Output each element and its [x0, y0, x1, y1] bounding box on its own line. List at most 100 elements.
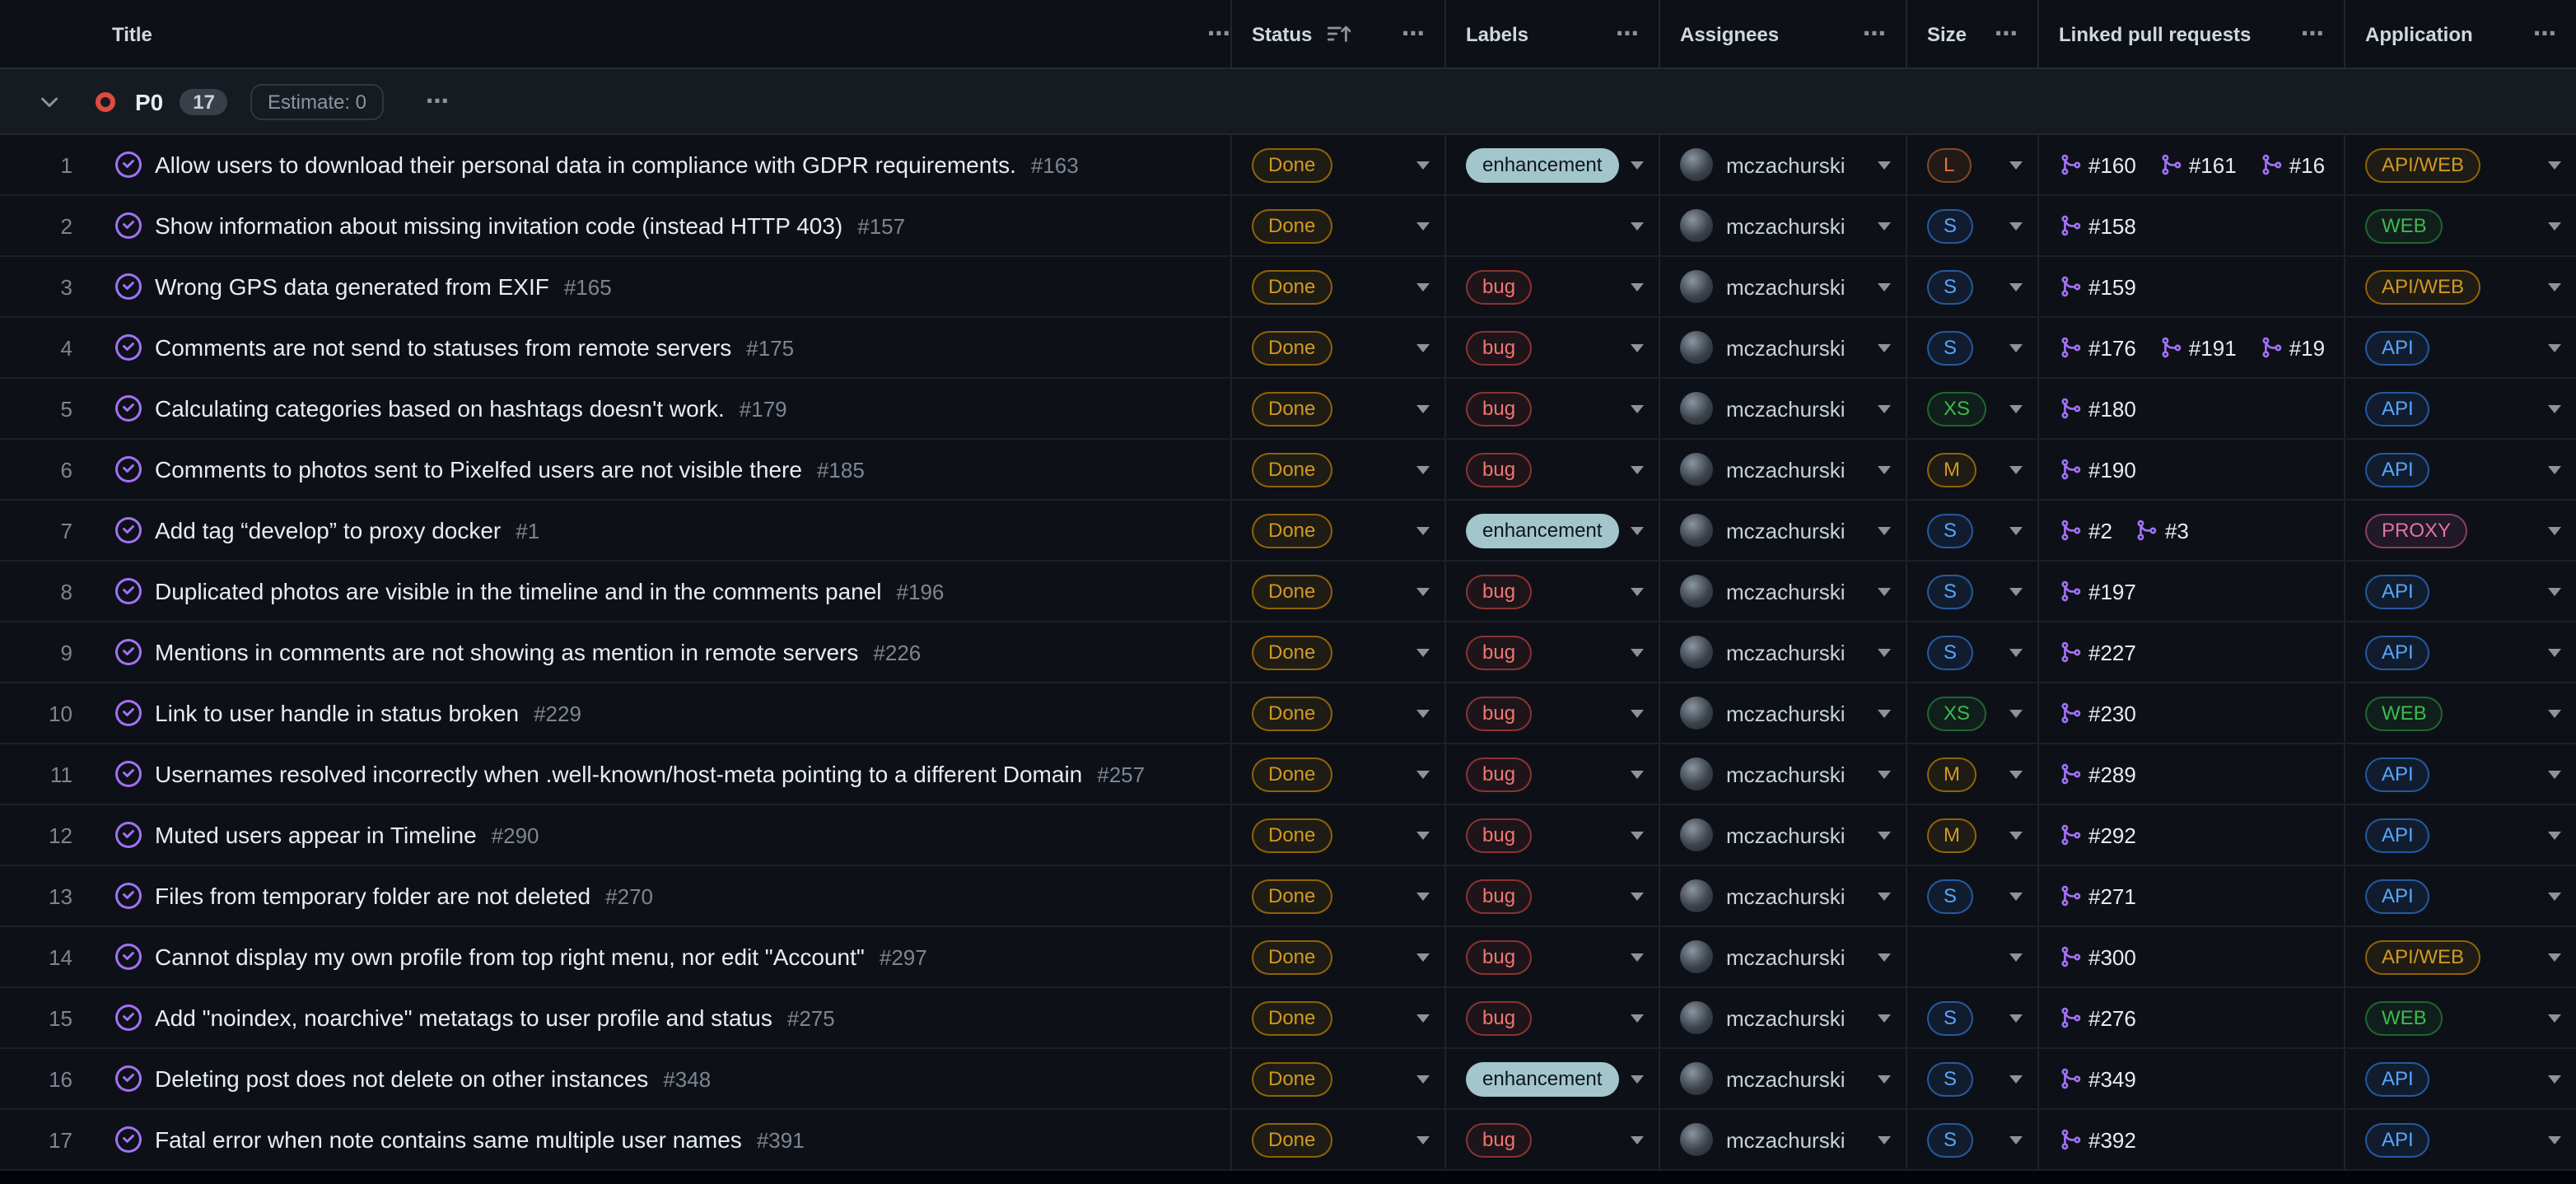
assignees-cell[interactable]: mczachurski	[1660, 1049, 1907, 1108]
application-cell[interactable]: WEB	[2345, 988, 2576, 1047]
issue-title[interactable]: Usernames resolved incorrectly when .wel…	[155, 761, 1082, 787]
title-cell[interactable]: 6 Comments to photos sent to Pixelfed us…	[0, 440, 1232, 499]
caret-down-icon[interactable]	[2548, 222, 2561, 231]
labels-cell[interactable]: bug	[1446, 866, 1660, 925]
issue-title[interactable]: Comments are not send to statuses from r…	[155, 334, 731, 361]
size-cell[interactable]: S	[1907, 866, 2039, 925]
labels-cell[interactable]: enhancement	[1446, 1049, 1660, 1108]
column-header-application[interactable]: Application ⋯	[2345, 0, 2576, 68]
caret-down-icon[interactable]	[1878, 953, 1891, 962]
caret-down-icon[interactable]	[1631, 710, 1644, 718]
size-cell[interactable]: S	[1907, 622, 2039, 682]
pr-link[interactable]: #16	[2260, 152, 2325, 177]
caret-down-icon[interactable]	[2548, 832, 2561, 840]
application-cell[interactable]: WEB	[2345, 683, 2576, 743]
caret-down-icon[interactable]	[2548, 649, 2561, 657]
caret-down-icon[interactable]	[1878, 710, 1891, 718]
size-cell[interactable]: L	[1907, 135, 2039, 194]
caret-down-icon[interactable]	[1631, 527, 1644, 535]
caret-down-icon[interactable]	[2009, 710, 2023, 718]
column-menu-icon[interactable]: ⋯	[1616, 20, 1639, 48]
pr-link[interactable]: #158	[2059, 213, 2136, 238]
status-cell[interactable]: Done	[1232, 440, 1446, 499]
pr-link[interactable]: #197	[2059, 579, 2136, 604]
status-cell[interactable]: Done	[1232, 927, 1446, 986]
title-cell[interactable]: 3 Wrong GPS data generated from EXIF #16…	[0, 257, 1232, 316]
linked-prs-cell[interactable]: #276	[2039, 988, 2345, 1047]
issue-title[interactable]: Allow users to download their personal d…	[155, 151, 1016, 178]
size-cell[interactable]: S	[1907, 501, 2039, 560]
application-cell[interactable]: API/WEB	[2345, 135, 2576, 194]
application-cell[interactable]: API	[2345, 562, 2576, 621]
size-cell[interactable]	[1907, 927, 2039, 986]
assignees-cell[interactable]: mczachurski	[1660, 866, 1907, 925]
caret-down-icon[interactable]	[1631, 222, 1644, 231]
assignees-cell[interactable]: mczachurski	[1660, 988, 1907, 1047]
application-cell[interactable]: API	[2345, 1049, 2576, 1108]
caret-down-icon[interactable]	[2548, 710, 2561, 718]
issue-title[interactable]: Show information about missing invitatio…	[155, 212, 842, 239]
size-cell[interactable]: XS	[1907, 379, 2039, 438]
title-cell[interactable]: 5 Calculating categories based on hashta…	[0, 379, 1232, 438]
linked-prs-cell[interactable]: #197	[2039, 562, 2345, 621]
caret-down-icon[interactable]	[2548, 1075, 2561, 1084]
title-cell[interactable]: 14 Cannot display my own profile from to…	[0, 927, 1232, 986]
caret-down-icon[interactable]	[2009, 1075, 2023, 1084]
caret-down-icon[interactable]	[1416, 283, 1430, 291]
issue-title[interactable]: Muted users appear in Timeline	[155, 822, 477, 848]
status-cell[interactable]: Done	[1232, 805, 1446, 865]
labels-cell[interactable]: bug	[1446, 562, 1660, 621]
issue-title[interactable]: Calculating categories based on hashtags…	[155, 395, 725, 422]
caret-down-icon[interactable]	[1878, 161, 1891, 170]
caret-down-icon[interactable]	[2009, 649, 2023, 657]
column-menu-icon[interactable]: ⋯	[1207, 20, 1230, 48]
issue-title[interactable]: Files from temporary folder are not dele…	[155, 883, 590, 909]
caret-down-icon[interactable]	[1631, 588, 1644, 596]
linked-prs-cell[interactable]: #292	[2039, 805, 2345, 865]
caret-down-icon[interactable]	[1416, 1075, 1430, 1084]
caret-down-icon[interactable]	[1878, 1014, 1891, 1023]
caret-down-icon[interactable]	[1631, 771, 1644, 779]
labels-cell[interactable]: enhancement	[1446, 135, 1660, 194]
status-cell[interactable]: Done	[1232, 1049, 1446, 1108]
caret-down-icon[interactable]	[2009, 283, 2023, 291]
pr-link[interactable]: #300	[2059, 944, 2136, 969]
caret-down-icon[interactable]	[2548, 405, 2561, 413]
column-menu-icon[interactable]: ⋯	[1402, 20, 1425, 48]
pr-link[interactable]: #392	[2059, 1127, 2136, 1152]
group-menu-icon[interactable]: ⋯	[426, 87, 449, 115]
linked-prs-cell[interactable]: #159	[2039, 257, 2345, 316]
caret-down-icon[interactable]	[1878, 893, 1891, 901]
title-cell[interactable]: 1 Allow users to download their personal…	[0, 135, 1232, 194]
caret-down-icon[interactable]	[1631, 893, 1644, 901]
pr-link[interactable]: #2	[2059, 518, 2112, 543]
linked-prs-cell[interactable]: #300	[2039, 927, 2345, 986]
caret-down-icon[interactable]	[2009, 1014, 2023, 1023]
status-cell[interactable]: Done	[1232, 988, 1446, 1047]
caret-down-icon[interactable]	[2548, 527, 2561, 535]
issue-title[interactable]: Wrong GPS data generated from EXIF	[155, 273, 549, 300]
status-cell[interactable]: Done	[1232, 196, 1446, 255]
caret-down-icon[interactable]	[1631, 344, 1644, 352]
application-cell[interactable]: API	[2345, 866, 2576, 925]
column-menu-icon[interactable]: ⋯	[2533, 20, 2556, 48]
assignees-cell[interactable]: mczachurski	[1660, 1110, 1907, 1169]
caret-down-icon[interactable]	[1878, 527, 1891, 535]
application-cell[interactable]: API	[2345, 318, 2576, 377]
title-cell[interactable]: 7 Add tag “develop” to proxy docker #1	[0, 501, 1232, 560]
application-cell[interactable]: API	[2345, 379, 2576, 438]
caret-down-icon[interactable]	[1416, 1136, 1430, 1144]
issue-title[interactable]: Add "noindex, noarchive" metatags to use…	[155, 1005, 772, 1031]
status-cell[interactable]: Done	[1232, 257, 1446, 316]
caret-down-icon[interactable]	[1878, 466, 1891, 474]
column-menu-icon[interactable]: ⋯	[1995, 20, 2018, 48]
caret-down-icon[interactable]	[1631, 161, 1644, 170]
size-cell[interactable]: S	[1907, 257, 2039, 316]
caret-down-icon[interactable]	[2009, 1136, 2023, 1144]
assignees-cell[interactable]: mczachurski	[1660, 805, 1907, 865]
issue-title[interactable]: Deleting post does not delete on other i…	[155, 1065, 648, 1092]
labels-cell[interactable]: bug	[1446, 805, 1660, 865]
size-cell[interactable]: S	[1907, 988, 2039, 1047]
title-cell[interactable]: 2 Show information about missing invitat…	[0, 196, 1232, 255]
caret-down-icon[interactable]	[2009, 161, 2023, 170]
